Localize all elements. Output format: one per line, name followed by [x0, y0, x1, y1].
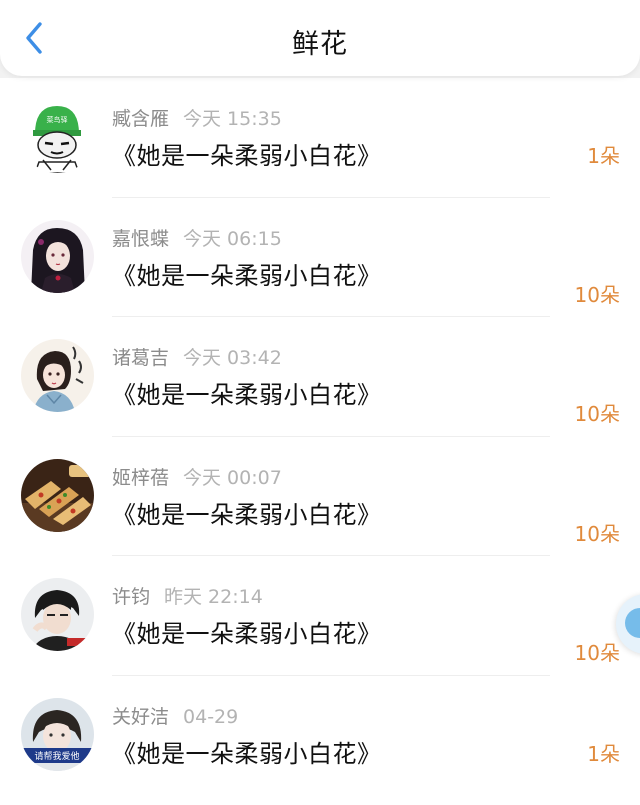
send-time: 04-29 [183, 705, 239, 728]
flower-count: 1朵 [587, 741, 620, 766]
flower-count: 10朵 [574, 521, 620, 546]
sender-name: 许钧 [112, 586, 151, 608]
page: 鲜花 菜鸟驿 臧含雁 今天 15:35 《她是一朵柔弱小白花》 1朵 嘉恨蝶 今… [0, 0, 640, 805]
sender-name: 臧含雁 [112, 108, 170, 130]
send-time: 今天 00:07 [183, 466, 282, 489]
book-title[interactable]: 《她是一朵柔弱小白花》 [112, 614, 382, 649]
sender-meta: 关好洁 04-29 [112, 702, 238, 729]
sender-meta: 诸葛吉 今天 03:42 [112, 343, 282, 370]
page-title: 鲜花 [292, 29, 348, 60]
send-time: 昨天 22:14 [164, 586, 263, 608]
book-title[interactable]: 《她是一朵柔弱小白花》 [112, 136, 382, 171]
avatar[interactable] [21, 339, 94, 412]
list-item[interactable]: 许钧 昨天 22:14 《她是一朵柔弱小白花》 10朵 [0, 556, 640, 676]
flower-count: 10朵 [574, 641, 620, 665]
assistant-icon [625, 608, 640, 638]
list-item[interactable]: 诸葛吉 今天 03:42 《她是一朵柔弱小白花》 10朵 [0, 317, 640, 437]
avatar[interactable] [21, 458, 94, 532]
list-item[interactable]: 请帮我爱他 关好洁 04-29 《她是一朵柔弱小白花》 1朵 [0, 676, 640, 796]
send-time: 今天 15:35 [183, 108, 282, 130]
book-title[interactable]: 《她是一朵柔弱小白花》 [112, 734, 382, 769]
flower-count: 10朵 [574, 402, 620, 426]
list-item[interactable]: 菜鸟驿 臧含雁 今天 15:35 《她是一朵柔弱小白花》 1朵 [0, 78, 640, 198]
book-title[interactable]: 《她是一朵柔弱小白花》 [112, 495, 382, 530]
avatar[interactable] [21, 578, 94, 651]
sender-name: 关好洁 [112, 705, 170, 728]
sender-meta: 臧含雁 今天 15:35 [112, 104, 282, 131]
avatar[interactable]: 菜鸟驿 [21, 100, 94, 173]
flower-gift-list: 菜鸟驿 臧含雁 今天 15:35 《她是一朵柔弱小白花》 1朵 嘉恨蝶 今天 0… [0, 78, 640, 805]
send-time: 今天 03:42 [183, 347, 282, 369]
sender-name: 嘉恨蝶 [112, 227, 170, 250]
sender-meta: 嘉恨蝶 今天 06:15 [112, 224, 282, 251]
avatar[interactable] [21, 219, 94, 293]
send-time: 今天 06:15 [183, 227, 282, 250]
avatar[interactable]: 请帮我爱他 [21, 697, 94, 771]
sender-meta: 姬梓蓓 今天 00:07 [112, 463, 282, 490]
book-title[interactable]: 《她是一朵柔弱小白花》 [112, 256, 382, 291]
sender-meta: 许钧 昨天 22:14 [112, 582, 263, 609]
sender-name: 诸葛吉 [112, 347, 170, 369]
sender-name: 姬梓蓓 [112, 466, 170, 489]
flower-count: 10朵 [574, 282, 620, 307]
list-item[interactable]: 嘉恨蝶 今天 06:15 《她是一朵柔弱小白花》 10朵 [0, 198, 640, 317]
banner-text: 请帮我爱他 [34, 750, 79, 762]
book-title[interactable]: 《她是一朵柔弱小白花》 [112, 375, 382, 410]
top-nav-bar: 鲜花 [0, 0, 640, 76]
helmet-text: 菜鸟驿 [47, 115, 68, 124]
flower-count: 1朵 [587, 144, 620, 168]
list-item[interactable]: 姬梓蓓 今天 00:07 《她是一朵柔弱小白花》 10朵 [0, 437, 640, 556]
